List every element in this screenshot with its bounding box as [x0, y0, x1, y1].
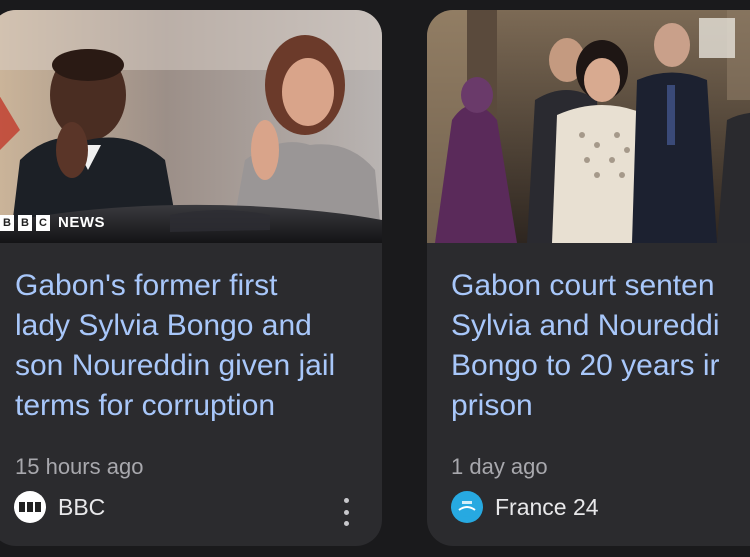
headline-line: son Noureddin given jail — [15, 349, 336, 382]
france24-logo-icon — [451, 491, 483, 523]
news-source: BBC — [14, 490, 105, 524]
headline-line: Sylvia and Noureddi — [451, 309, 720, 342]
more-options-icon[interactable] — [336, 498, 356, 526]
headline-line: Gabon's former first — [15, 269, 278, 302]
source-name: France 24 — [495, 493, 599, 520]
bbc-letter: C — [36, 214, 50, 231]
source-name: BBC — [58, 493, 106, 520]
news-image[interactable]: B B C NEWS — [0, 10, 382, 243]
news-headline[interactable]: Gabon's former first lady Sylvia Bongo a… — [15, 266, 382, 426]
news-source: France 24 — [451, 490, 599, 524]
news-image[interactable] — [427, 10, 750, 243]
bbc-news-watermark: B B C NEWS — [0, 214, 105, 231]
headline-line: prison — [451, 389, 533, 422]
bbc-logo-icon — [14, 491, 46, 523]
published-time: 15 hours ago — [15, 454, 144, 479]
news-word: NEWS — [58, 214, 105, 231]
headline-line: Bongo to 20 years ir — [451, 349, 720, 382]
published-time: 1 day ago — [451, 454, 548, 479]
headline-line: lady Sylvia Bongo and — [15, 309, 312, 342]
news-headline[interactable]: Gabon court senten Sylvia and Noureddi B… — [451, 266, 750, 426]
headline-line: terms for corruption — [15, 389, 276, 422]
news-card-bbc[interactable]: B B C NEWS Gabon's former first lady Syl… — [0, 10, 382, 546]
news-card-france24[interactable]: Gabon court senten Sylvia and Noureddi B… — [427, 10, 750, 546]
bbc-letter: B — [0, 214, 14, 231]
news-carousel: B B C NEWS Gabon's former first lady Syl… — [0, 0, 750, 557]
headline-line: Gabon court senten — [451, 269, 715, 302]
bbc-letter: B — [18, 214, 32, 231]
